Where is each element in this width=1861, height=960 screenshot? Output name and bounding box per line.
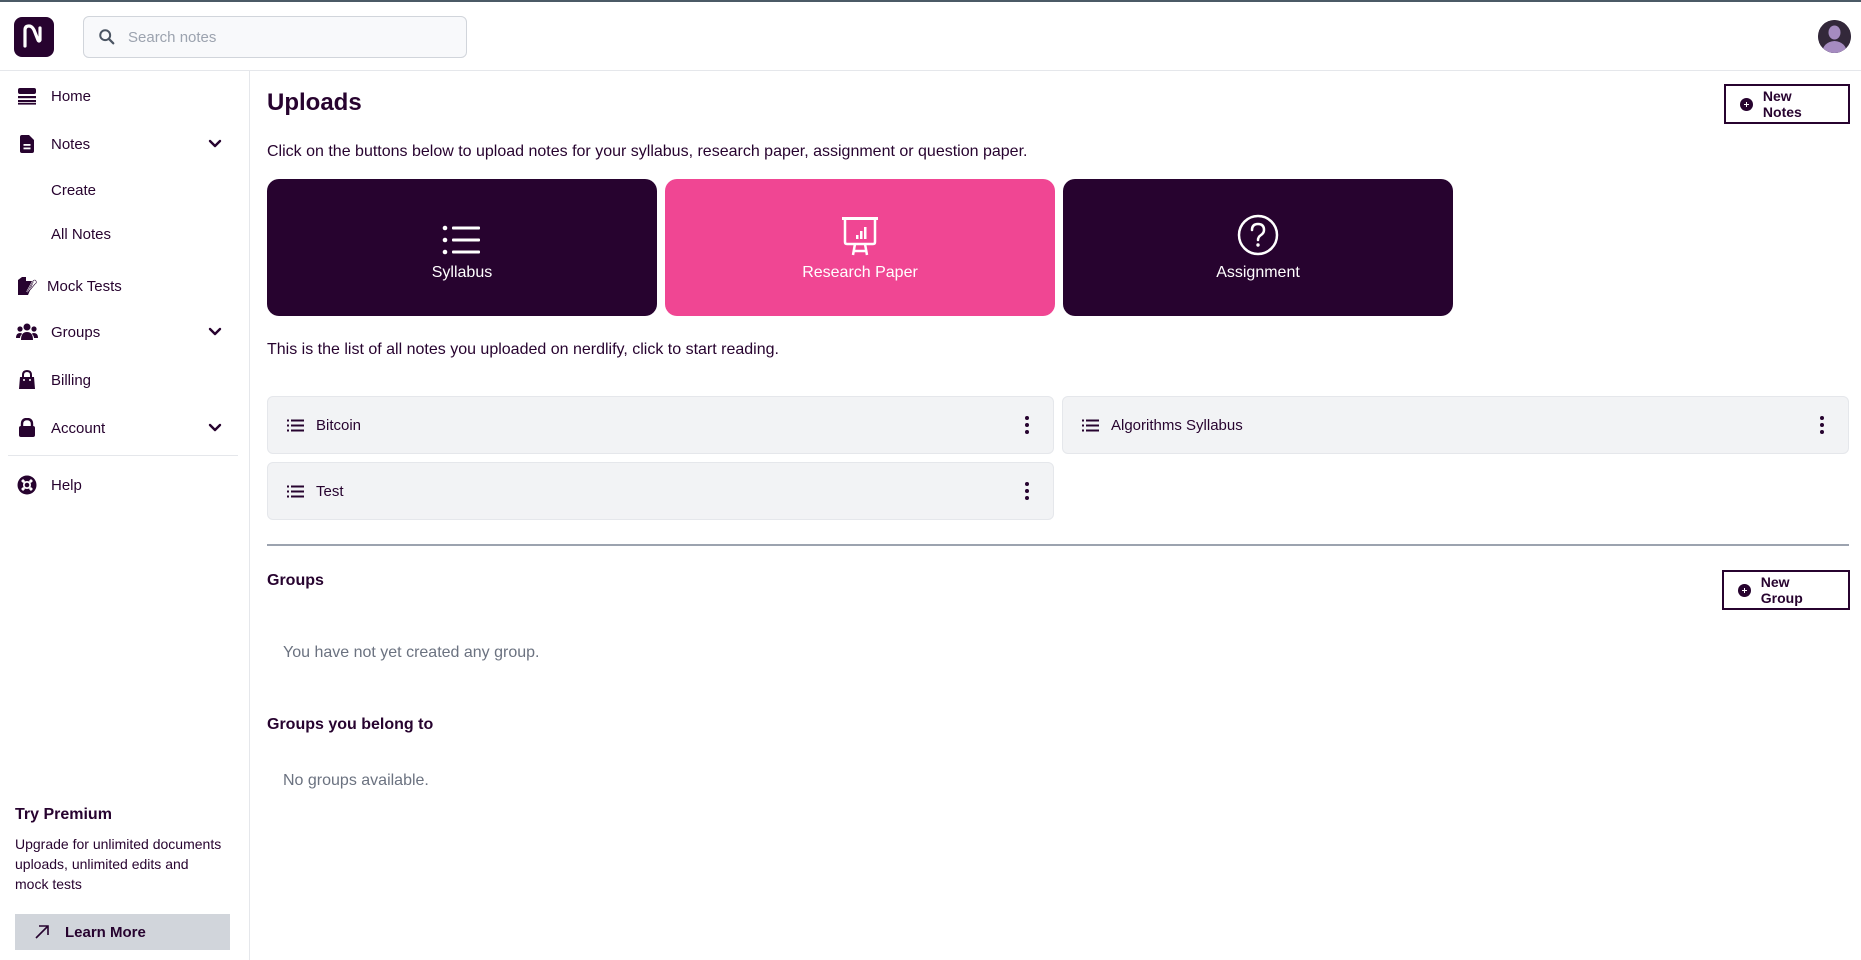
new-group-label: New Group [1760,574,1803,606]
learn-more-button[interactable]: Learn More [15,914,230,950]
user-avatar[interactable] [1818,20,1851,53]
app-logo[interactable] [14,17,54,57]
sidebar-item-label: Help [51,476,82,494]
sidebar-item-label: Billing [51,371,92,389]
sidebar-item-help[interactable]: Help [0,465,240,505]
premium-description: Upgrade for unlimited documents uploads,… [15,836,222,892]
more-options-icon[interactable] [1820,416,1824,434]
groups-belong-empty-text: No groups available. [283,772,429,789]
sidebar-subitem-all-notes[interactable]: All Notes [51,226,111,243]
sidebar-item-label: Mock Tests [47,277,122,295]
sidebar-item-billing[interactable]: Billing [0,360,240,400]
sidebar-item-groups[interactable]: Groups [0,312,240,352]
plus-circle-icon [1738,583,1751,597]
more-options-icon[interactable] [1025,416,1029,434]
list-icon [1082,419,1099,432]
top-bar [0,2,1861,71]
upload-research-paper-card[interactable]: Research Paper [665,179,1055,316]
sidebar-item-account[interactable]: Account [0,408,240,448]
sidebar-item-mock-tests[interactable]: Mock Tests [0,266,240,306]
chevron-down-icon[interactable] [208,420,222,437]
upload-intro-text: Click on the buttons below to upload not… [267,143,1028,160]
note-item[interactable]: Bitcoin [267,396,1054,454]
upload-card-label: Assignment [1216,263,1300,281]
upload-cards: Syllabus Research Paper Assignment [267,179,1453,316]
new-notes-button[interactable]: New Notes [1724,84,1850,124]
note-title: Algorithms Syllabus [1111,416,1243,434]
list-icon [442,214,482,256]
groups-belong-title: Groups you belong to [267,716,434,733]
search-bar[interactable] [83,16,467,58]
list-icon [287,419,304,432]
plus-circle-icon [1740,97,1753,111]
upload-syllabus-card[interactable]: Syllabus [267,179,657,316]
learn-more-label: Learn More [65,923,146,941]
lock-icon [16,417,38,439]
document-icon [16,133,38,155]
logo-icon [23,24,42,48]
new-group-button[interactable]: New Group [1722,570,1850,610]
note-item[interactable]: Algorithms Syllabus [1062,396,1849,454]
note-item[interactable]: Test [267,462,1054,520]
sidebar-item-label: Groups [51,323,101,341]
groups-empty-text: You have not yet created any group. [283,644,540,661]
lifebuoy-icon [16,474,38,496]
notes-list-intro: This is the list of all notes you upload… [267,341,779,358]
users-icon [16,321,38,343]
sidebar-item-label: Notes [51,135,91,153]
presentation-chart-icon [840,214,880,256]
new-notes-label: New Notes [1762,88,1802,120]
premium-promo: Try Premium Upgrade for unlimited docume… [15,806,230,894]
more-options-icon[interactable] [1025,482,1029,500]
note-title: Test [316,482,344,500]
chevron-down-icon[interactable] [208,324,222,341]
edit-document-icon [16,275,38,297]
upload-card-label: Research Paper [802,263,918,281]
search-icon [99,29,115,45]
groups-title: Groups [267,572,324,589]
sidebar-item-home[interactable]: Home [0,76,240,116]
page-title: Uploads [267,89,362,116]
premium-title: Try Premium [15,806,112,823]
home-icon [16,85,38,107]
upload-assignment-card[interactable]: Assignment [1063,179,1453,316]
list-icon [287,485,304,498]
search-input[interactable] [128,28,448,46]
question-circle-icon [1237,214,1279,256]
sidebar-item-notes[interactable]: Notes [0,124,240,164]
sidebar-item-label: Home [51,87,92,105]
sidebar-divider [8,455,238,456]
shopping-bag-icon [16,369,38,391]
avatar-icon [1818,20,1851,53]
section-divider [267,544,1849,546]
sidebar: Home Notes Create All Notes Mock Tests G… [0,71,250,960]
upload-card-label: Syllabus [431,263,493,281]
arrow-up-right-icon [35,925,49,939]
sidebar-subitem-create[interactable]: Create [51,182,96,199]
chevron-down-icon[interactable] [208,136,222,153]
note-title: Bitcoin [316,416,362,434]
sidebar-item-label: Account [51,419,106,437]
